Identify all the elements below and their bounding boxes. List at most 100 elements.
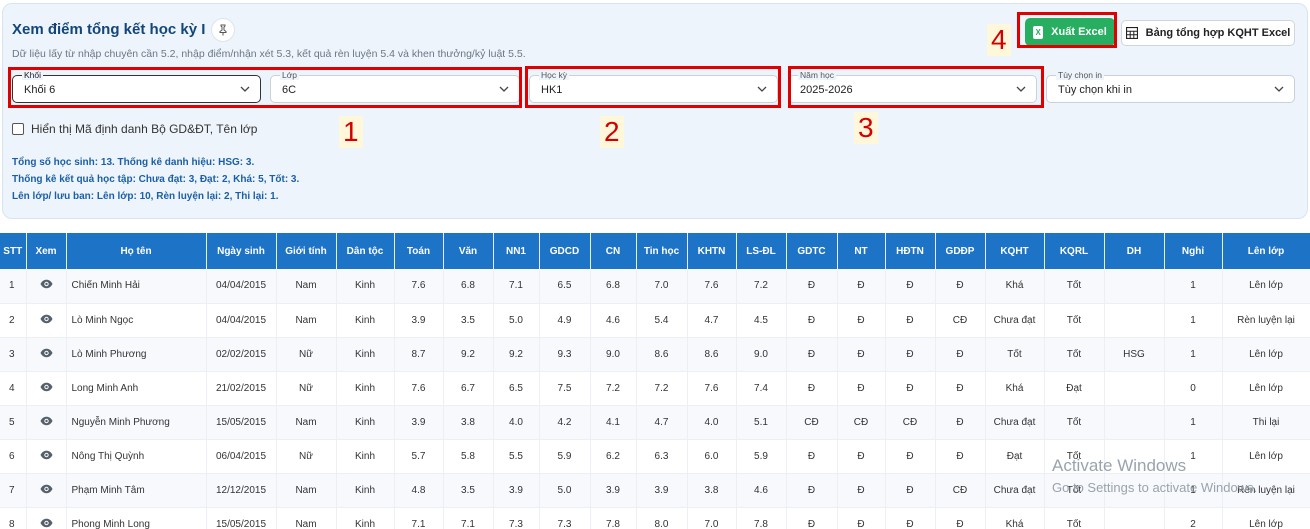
table-cell: 3.9 <box>394 405 444 440</box>
table-cell: Nam <box>276 405 337 440</box>
column-header: KQRL <box>1044 233 1105 269</box>
table-cell: Tốt <box>1044 337 1105 372</box>
table-cell: Thi lại <box>1222 405 1310 440</box>
table-cell: Nông Thị Quỳnh <box>66 439 207 474</box>
table-cell: 1 <box>0 269 27 304</box>
table-cell: Lên lớp <box>1222 371 1310 406</box>
table-cell: Khá <box>985 371 1045 406</box>
eye-icon[interactable] <box>40 279 53 292</box>
table-cell: 5.1 <box>736 405 787 440</box>
table-cell: Đ <box>885 269 936 304</box>
table-cell: Kinh <box>336 439 395 474</box>
table-cell: 5 <box>0 405 27 440</box>
annotation-number-2: 2 <box>600 116 624 148</box>
show-id-checkbox-row[interactable]: Hiển thị Mã định danh Bộ GD&ĐT, Tên lớp <box>12 122 257 136</box>
eye-icon[interactable] <box>40 450 53 463</box>
eye-icon[interactable] <box>40 518 53 529</box>
view-cell[interactable] <box>26 303 67 338</box>
table-header-row: STT Xem Họ tên Ngày sinh Giới tính Dân tộc Toá… <box>0 233 1310 269</box>
column-header: LS-ĐL <box>736 233 787 269</box>
table-cell: Lên lớp <box>1222 337 1310 372</box>
table-cell: Nam <box>276 507 337 529</box>
view-cell[interactable] <box>26 405 67 440</box>
eye-icon[interactable] <box>40 348 53 361</box>
kqht-summary-excel-button[interactable]: Bảng tổng hợp KQHT Excel <box>1121 20 1295 46</box>
table-cell: Đ <box>837 337 886 372</box>
column-header: Xem <box>26 233 67 269</box>
table-cell: 6.8 <box>590 269 637 304</box>
pin-button[interactable] <box>211 18 235 42</box>
view-cell[interactable] <box>26 269 67 304</box>
page-title: Xem điểm tổng kết học kỳ I <box>12 21 206 38</box>
table-cell: 5.9 <box>736 439 787 474</box>
table-cell: Tốt <box>1044 405 1105 440</box>
table-cell: Nữ <box>276 371 337 406</box>
table-cell: 8.0 <box>636 507 688 529</box>
stats-line-3: Lên lớp/ lưu ban: Lên lớp: 10, Rèn luyện… <box>12 191 279 202</box>
table-cell: 5.0 <box>539 473 591 508</box>
table-cell: Nữ <box>276 439 337 474</box>
annotation-number-3: 3 <box>854 112 878 144</box>
annotation-number-1: 1 <box>339 116 363 148</box>
table-cell: 1 <box>1164 269 1223 304</box>
table-cell: Đ <box>885 371 936 406</box>
table-cell: 4.6 <box>736 473 787 508</box>
view-cell[interactable] <box>26 371 67 406</box>
table-cell: 4.5 <box>736 303 787 338</box>
table-row: 2 Lò Minh Ngọc 04/04/2015 Nam Kinh 3.9 3.5 5.0 4… <box>0 303 1310 338</box>
view-cell[interactable] <box>26 473 67 508</box>
table-cell: CĐ <box>935 473 986 508</box>
table-cell: Đ <box>786 439 838 474</box>
eye-icon[interactable] <box>40 314 53 327</box>
column-header: Văn <box>443 233 494 269</box>
table-cell: 3.9 <box>590 473 637 508</box>
eye-icon[interactable] <box>40 382 53 395</box>
view-cell[interactable] <box>26 507 67 529</box>
table-cell <box>1104 507 1165 529</box>
annotation-number-4: 4 <box>987 24 1011 56</box>
table-cell: 4 <box>0 371 27 406</box>
column-header: Tin học <box>636 233 688 269</box>
table-cell: 3.5 <box>443 303 494 338</box>
table-cell: 5.9 <box>539 439 591 474</box>
view-cell[interactable] <box>26 337 67 372</box>
view-cell[interactable] <box>26 439 67 474</box>
column-header: Toán <box>394 233 444 269</box>
table-cell: Long Minh Anh <box>66 371 207 406</box>
table-cell: Khá <box>985 269 1045 304</box>
table-cell: 1 <box>1164 303 1223 338</box>
column-header: Nghỉ <box>1164 233 1223 269</box>
table-cell: Kinh <box>336 405 395 440</box>
stats-line-1: Tổng số học sinh: 13. Thống kê danh hiệu… <box>12 157 255 168</box>
table-cell: 7.3 <box>539 507 591 529</box>
table-row: 1 Chiến Minh Hải 04/04/2015 Nam Kinh 7.6 6.8 7.… <box>0 269 1310 304</box>
annotation-box-2 <box>525 66 781 108</box>
column-header: GDĐP <box>935 233 986 269</box>
table-cell: 7.2 <box>636 371 688 406</box>
table-cell: Kinh <box>336 269 395 304</box>
tuychon-in-select[interactable]: Tùy chọn in Tùy chọn khi in <box>1046 70 1295 103</box>
table-cell: Đ <box>935 507 986 529</box>
table-cell: Tốt <box>1044 269 1105 304</box>
table-cell: Đ <box>786 473 838 508</box>
table-cell: Đ <box>786 337 838 372</box>
table-cell: Đạt <box>985 439 1045 474</box>
column-header: DH <box>1104 233 1165 269</box>
table-cell: 5.8 <box>443 439 494 474</box>
table-cell: Đ <box>786 371 838 406</box>
table-cell: 4.0 <box>493 405 540 440</box>
eye-icon[interactable] <box>40 484 53 497</box>
column-header: Họ tên <box>66 233 207 269</box>
column-header: KQHT <box>985 233 1045 269</box>
table-cell: 8.7 <box>394 337 444 372</box>
table-cell: Đạt <box>1044 371 1105 406</box>
stats-line-2: Thống kê kết quả học tập: Chưa đạt: 3, Đ… <box>12 174 300 185</box>
table-cell: 9.0 <box>736 337 787 372</box>
table-icon <box>1125 27 1138 39</box>
table-row: 8 Phong Minh Long 15/05/2015 Nam Kinh 7.1 7.1 7… <box>0 507 1310 529</box>
table-cell: Lên lớp <box>1222 507 1310 529</box>
show-id-checkbox[interactable] <box>12 123 24 135</box>
table-cell: 4.0 <box>687 405 737 440</box>
table-cell: 4.8 <box>394 473 444 508</box>
eye-icon[interactable] <box>40 416 53 429</box>
